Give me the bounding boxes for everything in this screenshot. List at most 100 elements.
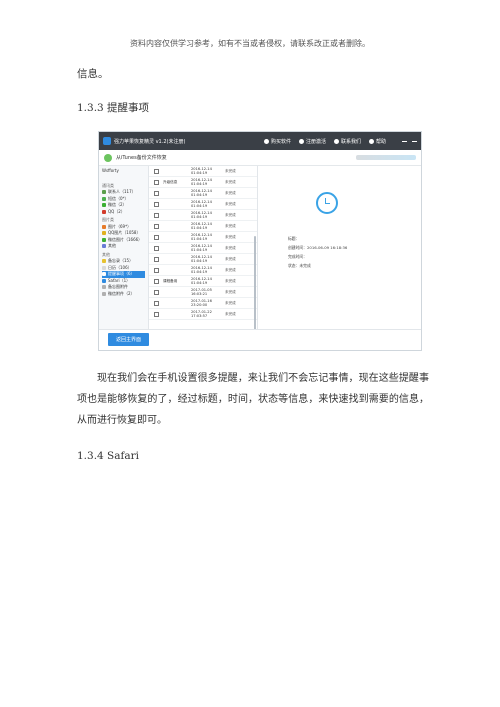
row-status: 未完成 <box>225 245 236 250</box>
category-icon <box>102 278 106 283</box>
row-date: 2016-12-14 01:04:19 <box>191 255 212 263</box>
row-date: 2017-01-22 17:03:57 <box>191 310 212 318</box>
close-icon[interactable] <box>412 140 417 142</box>
sidebar-item-label: Safari（1） <box>108 277 131 283</box>
row-status: 未完成 <box>225 289 236 294</box>
back-icon[interactable] <box>104 153 112 162</box>
table-row[interactable]: 2016-12-14 01:04:19 未完成 <box>149 254 257 265</box>
category-icon <box>102 210 106 215</box>
row-checkbox[interactable] <box>154 234 159 240</box>
table-row[interactable]: 2017-01-16 23:20:00 未完成 <box>149 298 257 309</box>
row-checkbox[interactable] <box>154 300 159 306</box>
row-date: 2016-12-14 01:04:19 <box>191 189 212 197</box>
row-status: 未完成 <box>225 300 236 305</box>
minimize-icon[interactable] <box>402 140 407 142</box>
row-status: 未完成 <box>225 190 236 195</box>
page-header-note: 资料内容仅供学习参考，如有不当或者侵权，请联系改正或者删除。 <box>130 39 370 48</box>
category-icon <box>102 224 106 229</box>
category-icon <box>102 190 106 195</box>
app-titlebar: 强力苹果恢复精灵 v1.2(未注册) 购买软件 注册激活 联系我们 帮助 <box>99 132 421 150</box>
sidebar-item[interactable]: QQ图片（1058） <box>102 230 145 237</box>
row-checkbox[interactable] <box>154 256 159 262</box>
body-paragraph-text: 现在我们会在手机设置很多提醒，来让我们不会忘记事情，现在这些提醒事项也是能够恢复… <box>77 373 429 426</box>
table-row[interactable]: 2017-01-05 16:03:21 未完成 <box>149 287 257 298</box>
info-line: 信息。 <box>77 68 109 80</box>
row-date: 2016-12-14 01:04:19 <box>191 167 212 175</box>
table-row[interactable]: 2016-12-14 01:04:19 未完成 <box>149 188 257 199</box>
sidebar-item-label: 短信（0*） <box>108 195 129 201</box>
category-icon <box>102 292 106 297</box>
detail-created: 创建时间：2016-06-09 16:18:36 <box>288 245 348 250</box>
key-icon <box>298 138 304 144</box>
table-row[interactable]: 2016-12-14 01:04:19 未完成 <box>149 199 257 210</box>
reminder-list: 2016-12-14 01:04:19 未完成 升级信息 2016-12-14 01:… <box>149 166 258 350</box>
table-row[interactable]: 2016-12-14 01:04:19 未完成 <box>149 221 257 232</box>
row-status: 未完成 <box>225 212 236 217</box>
row-date: 2016-12-14 01:04:19 <box>191 200 212 208</box>
back-to-main-button[interactable]: 返回主界面 <box>108 333 149 346</box>
row-status: 未完成 <box>225 179 236 184</box>
table-row[interactable]: 2016-12-14 01:04:19 未完成 <box>149 166 257 177</box>
table-row[interactable]: 2017-01-22 17:03:57 未完成 <box>149 309 257 320</box>
row-date: 2016-12-14 01:04:19 <box>191 244 212 252</box>
sidebar-item[interactable]: 微信附件（2） <box>102 291 145 298</box>
row-checkbox[interactable] <box>154 201 159 207</box>
row-date: 2016-12-14 01:04:19 <box>191 277 212 285</box>
sidebar-item[interactable]: 备忘图附件 <box>102 284 145 291</box>
table-row[interactable]: 升级信息 2016-12-14 01:04:19 未完成 <box>149 177 257 188</box>
device-info-blurred <box>356 155 416 160</box>
row-checkbox[interactable] <box>154 190 159 196</box>
sidebar-item[interactable]: 备忘录（15） <box>102 258 145 265</box>
buy-software-button[interactable]: 购买软件 <box>263 138 291 145</box>
sidebar-item-label: 备忘图附件 <box>108 284 128 290</box>
row-date: 2016-12-14 01:04:19 <box>191 178 212 186</box>
row-date: 2016-12-14 01:04:19 <box>191 233 212 241</box>
sidebar-item[interactable]: 微信（2） <box>102 202 145 209</box>
chat-icon <box>333 138 339 144</box>
app-title: 强力苹果恢复精灵 v1.2(未注册) <box>114 138 186 145</box>
row-checkbox[interactable] <box>154 223 159 229</box>
sidebar-item[interactable]: QQ（2） <box>102 209 145 216</box>
table-row[interactable]: 2016-12-14 01:04:19 未完成 <box>149 232 257 243</box>
row-status: 未完成 <box>225 168 236 173</box>
body-paragraph: 现在我们会在手机设置很多提醒，来让我们不会忘记事情，现在这些提醒事项也是能够恢复… <box>77 368 429 431</box>
sidebar-item[interactable]: 其他 <box>102 243 145 250</box>
row-checkbox[interactable] <box>154 212 159 218</box>
sidebar-item-label: 微信附件（2） <box>108 291 135 297</box>
row-checkbox[interactable] <box>154 245 159 251</box>
detail-status: 状态：未完成 <box>288 263 311 268</box>
sidebar-item-label: 备忘录（15） <box>108 258 134 264</box>
row-checkbox[interactable] <box>154 278 159 284</box>
table-row[interactable]: 2016-12-14 01:04:19 未完成 <box>149 265 257 276</box>
sidebar-item[interactable]: 提醒事项（6） <box>102 270 145 278</box>
table-row[interactable]: 课程备用 2016-12-14 01:04:19 未完成 <box>149 276 257 287</box>
contact-button[interactable]: 联系我们 <box>333 138 361 145</box>
table-row[interactable]: 2016-12-14 01:04:19 未完成 <box>149 210 257 221</box>
sidebar-item-label: 微信（2） <box>108 202 127 208</box>
reminder-detail: 标题： 创建时间：2016-06-09 16:18:36 完成时间： 状态：未完… <box>258 166 421 350</box>
register-button[interactable]: 注册激活 <box>298 138 326 145</box>
clock-icon <box>316 192 338 214</box>
detail-title: 标题： <box>288 236 300 241</box>
row-checkbox[interactable] <box>154 311 159 317</box>
section-title-safari: 1.3.4 Safari <box>77 450 140 462</box>
row-checkbox[interactable] <box>154 289 159 295</box>
row-status: 未完成 <box>225 201 236 206</box>
row-date: 2017-01-05 16:03:21 <box>191 288 212 296</box>
sidebar-item[interactable]: 图片（69*） <box>102 223 145 230</box>
help-button[interactable]: 帮助 <box>368 138 386 145</box>
sidebar-item[interactable]: 联系人（117） <box>102 189 145 196</box>
row-checkbox[interactable] <box>154 267 159 273</box>
backup-bar: 从iTunes备份文件恢复 <box>99 150 421 166</box>
row-status: 未完成 <box>225 234 236 239</box>
row-date: 2016-12-14 01:04:19 <box>191 266 212 274</box>
sidebar-item-label: 联系人（117） <box>108 189 136 195</box>
row-checkbox[interactable] <box>154 168 159 174</box>
row-status: 未完成 <box>225 256 236 261</box>
row-checkbox[interactable] <box>154 179 159 185</box>
sidebar-item[interactable]: 日历（106） <box>102 264 145 271</box>
table-row[interactable]: 2016-12-14 01:04:19 未完成 <box>149 243 257 254</box>
window-controls <box>402 140 417 142</box>
category-icon <box>102 244 106 249</box>
row-status: 未完成 <box>225 267 236 272</box>
